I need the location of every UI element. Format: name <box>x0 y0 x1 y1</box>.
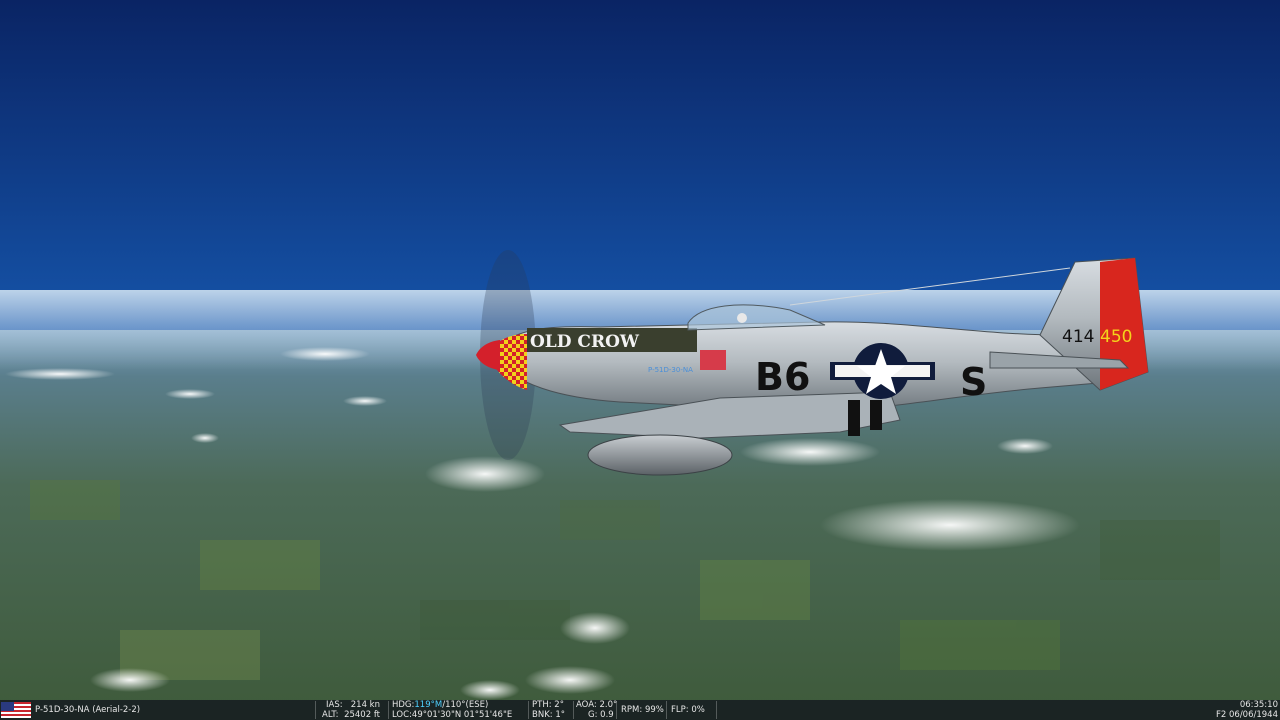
nose-art-text: OLD CROW <box>530 332 640 352</box>
fuselage-stencil: P-51D-30-NA <box>648 366 693 374</box>
g-value: 0.9 <box>600 710 614 720</box>
g-label: G: <box>588 710 598 720</box>
loc-value: 49°01'30"N 01°51'46"E <box>411 710 513 720</box>
mission-date: F2 06/06/1944 <box>1216 710 1278 720</box>
ias-alt-readout: IAS: 214 kn ALT: 25402 ft <box>318 700 386 720</box>
aoa-g-readout: AOA: 2.0° G: 0.9 <box>576 700 618 720</box>
individual-letter: S <box>960 360 987 404</box>
rpm-label: RPM: <box>621 705 643 715</box>
time-date-readout: 06:35:10 F2 06/06/1944 <box>1180 700 1278 720</box>
game-view: OLD CROW B6 S 414 450 P-51D-30-NA <box>0 0 1280 720</box>
aoa-label: AOA: <box>576 700 597 710</box>
tail-serial: 414 <box>1062 327 1094 347</box>
hdg-true: /110°(ESE) <box>442 700 489 710</box>
alt-value: 25402 ft <box>344 710 380 720</box>
flp-value: 0% <box>691 705 705 715</box>
rpm-readout: RPM: 99% <box>621 700 665 720</box>
hdg-value: 119°M <box>414 700 443 710</box>
squadron-codes: B6 <box>755 355 810 399</box>
invasion-stripe <box>848 400 860 436</box>
flaps-readout: FLP: 0% <box>671 700 715 720</box>
bnk-value: 1° <box>555 710 566 720</box>
flp-label: FLP: <box>671 705 689 715</box>
pth-label: PTH: <box>532 700 552 710</box>
ias-value: 214 kn <box>350 700 380 710</box>
alt-label: ALT: <box>322 710 339 720</box>
rpm-value: 99% <box>644 705 664 715</box>
heading-location-readout: HDG:119°M/110°(ESE) LOC:49°01'30"N 01°51… <box>392 700 527 720</box>
pth-value: 2° <box>554 700 564 710</box>
hdg-label: HDG: <box>392 700 415 710</box>
loc-label: LOC: <box>392 710 412 720</box>
tail-number: 450 <box>1100 327 1132 347</box>
unit-label: P-51D-30-NA (Aerial-2-2) <box>35 705 141 715</box>
info-bar: P-51D-30-NA (Aerial-2-2) IAS: 214 kn ALT… <box>0 700 1280 720</box>
pitch-bank-readout: PTH: 2° BNK: 1° <box>532 700 572 720</box>
drop-tank <box>587 434 733 476</box>
mission-time: 06:35:10 <box>1239 700 1278 710</box>
bnk-label: BNK: <box>532 710 553 720</box>
us-flag-icon <box>1 702 31 718</box>
aoa-value: 2.0° <box>599 700 618 710</box>
ias-label: IAS: <box>326 700 343 710</box>
